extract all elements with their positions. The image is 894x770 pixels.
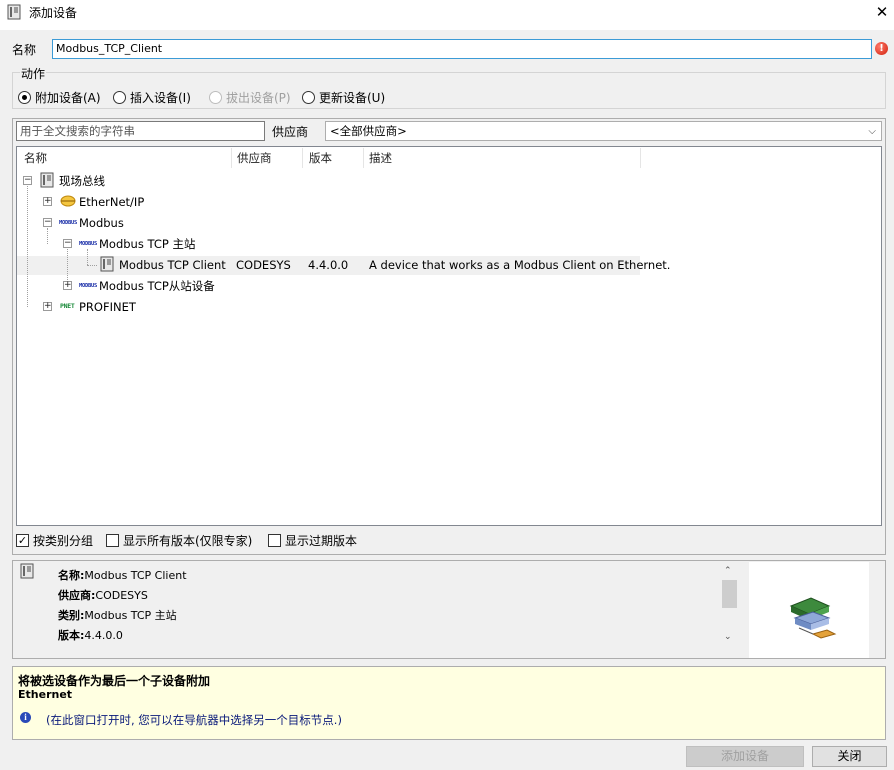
name-label: 名称	[12, 43, 37, 57]
tree-line	[87, 249, 88, 265]
vendor-label: 供应商	[272, 125, 309, 139]
radio-label: 更新设备(U)	[319, 90, 386, 105]
title-bar	[0, 0, 894, 30]
radio-append-device[interactable]: 附加设备(A)	[18, 89, 101, 105]
column-header-version[interactable]: 版本	[309, 150, 332, 166]
device-preview-image	[749, 562, 869, 658]
collapse-toggle[interactable]: −	[43, 218, 52, 227]
profinet-icon: PNET	[60, 302, 75, 310]
scrollbar-thumb[interactable]	[722, 580, 737, 608]
column-divider[interactable]	[302, 148, 303, 168]
device-icon	[7, 4, 21, 20]
close-icon[interactable]: ✕	[873, 3, 891, 21]
radio-insert-device[interactable]: 插入设备(I)	[113, 89, 191, 105]
device-icon	[20, 563, 34, 579]
hint-text: (在此窗口打开时, 您可以在导航器中选择另一个目标节点.)	[46, 713, 342, 727]
error-icon: !	[875, 42, 888, 55]
device-preview-graphic	[789, 597, 837, 639]
tree-node-label[interactable]: 现场总线	[59, 174, 105, 188]
column-divider[interactable]	[363, 148, 364, 168]
tree-line	[87, 265, 97, 266]
info-name: 名称:Modbus TCP Client	[58, 569, 187, 582]
column-divider[interactable]	[640, 148, 641, 168]
expand-toggle[interactable]: +	[43, 302, 52, 311]
tree-node-label[interactable]: EtherNet/IP	[79, 195, 144, 209]
radio-indicator	[18, 90, 31, 104]
action-legend: 动作	[20, 65, 47, 82]
expand-toggle[interactable]: +	[63, 281, 72, 290]
column-header-vendor[interactable]: 供应商	[237, 150, 272, 166]
show-all-versions-checkbox[interactable]: 显示所有版本(仅限专家)	[106, 533, 252, 548]
close-button[interactable]: 关闭	[812, 746, 887, 767]
radio-plug-device: 拔出设备(P)	[209, 89, 291, 105]
tree-line	[47, 228, 48, 244]
tree-node-label[interactable]: Modbus TCP 主站	[99, 237, 195, 251]
modbus-icon: MODBUS	[79, 283, 98, 289]
column-header-description[interactable]: 描述	[369, 150, 392, 166]
radio-label: 附加设备(A)	[35, 90, 101, 105]
chevron-down-icon: ⌵	[868, 126, 876, 137]
info-icon: i	[20, 712, 31, 723]
radio-update-device[interactable]: 更新设备(U)	[302, 89, 385, 105]
tree-line	[27, 186, 28, 307]
radio-indicator	[302, 90, 315, 104]
collapse-toggle[interactable]: −	[63, 239, 72, 248]
add-device-button[interactable]: 添加设备	[686, 746, 804, 767]
device-icon	[40, 172, 54, 188]
show-outdated-checkbox[interactable]: 显示过期版本	[268, 533, 357, 548]
scroll-up-icon[interactable]: ⌃	[724, 566, 732, 576]
info-vendor: 供应商:CODESYS	[58, 589, 148, 602]
device-icon	[100, 256, 114, 272]
radio-indicator	[113, 90, 126, 104]
checkbox-box	[268, 534, 281, 547]
tree-node-label[interactable]: Modbus	[79, 216, 124, 230]
modbus-icon: MODBUS	[59, 220, 78, 226]
vendor-select-value: <全部供应商>	[330, 124, 407, 138]
column-header-name[interactable]: 名称	[24, 150, 47, 166]
hint-title: 将被选设备作为最后一个子设备附加	[18, 674, 211, 688]
scroll-down-icon[interactable]: ⌄	[724, 632, 732, 642]
collapse-toggle[interactable]: −	[23, 176, 32, 185]
info-version: 版本:4.4.0.0	[58, 629, 123, 642]
tree-node-label[interactable]: Modbus TCP Client	[119, 258, 226, 272]
tree-cell-description: A device that works as a Modbus Client o…	[369, 258, 671, 272]
name-input[interactable]: Modbus_TCP_Client	[52, 39, 872, 59]
modbus-icon: MODBUS	[79, 241, 98, 247]
radio-label: 插入设备(I)	[130, 90, 191, 105]
checkbox-label: 显示所有版本(仅限专家)	[123, 534, 253, 548]
checkmark-icon: ✓	[16, 534, 29, 547]
tree-cell-version: 4.4.0.0	[308, 258, 349, 272]
radio-indicator	[209, 90, 222, 104]
hint-subtitle: Ethernet	[18, 688, 73, 701]
column-divider[interactable]	[231, 148, 232, 168]
tree-node-label[interactable]: PROFINET	[79, 300, 136, 314]
device-tree[interactable]	[16, 146, 882, 526]
vendor-select[interactable]: <全部供应商> ⌵	[325, 121, 882, 141]
group-by-category-checkbox[interactable]: ✓ 按类别分组	[16, 533, 93, 548]
radio-label: 拔出设备(P)	[226, 90, 291, 105]
tree-node-label[interactable]: Modbus TCP从站设备	[99, 279, 215, 293]
info-category: 类别:Modbus TCP 主站	[58, 609, 177, 622]
checkbox-box	[106, 534, 119, 547]
search-input[interactable]: 用于全文搜索的字符串	[16, 121, 265, 141]
checkbox-label: 显示过期版本	[285, 534, 358, 548]
checkbox-label: 按类别分组	[33, 534, 94, 548]
window-title: 添加设备	[29, 6, 78, 20]
tree-cell-vendor: CODESYS	[236, 258, 291, 272]
ethernet-ip-icon	[60, 195, 76, 207]
expand-toggle[interactable]: +	[43, 197, 52, 206]
